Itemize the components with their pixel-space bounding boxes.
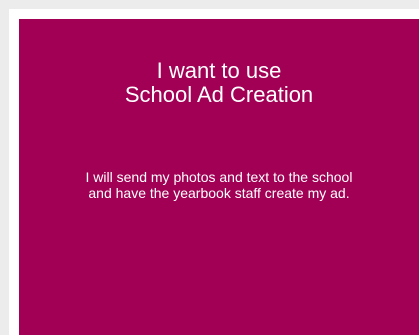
school-ad-creation-option-card[interactable]: I want to use School Ad Creation I will …: [19, 19, 419, 335]
option-card-title: I want to use School Ad Creation: [19, 59, 419, 107]
option-card-title-line-1: I want to use: [156, 58, 282, 83]
option-card-description-line-2: and have the yearbook staff create my ad…: [88, 185, 350, 201]
option-card-description: I will send my photos and text to the sc…: [29, 169, 409, 201]
option-card-description-line-1: I will send my photos and text to the sc…: [85, 169, 353, 185]
option-card-title-line-2: School Ad Creation: [124, 82, 314, 107]
